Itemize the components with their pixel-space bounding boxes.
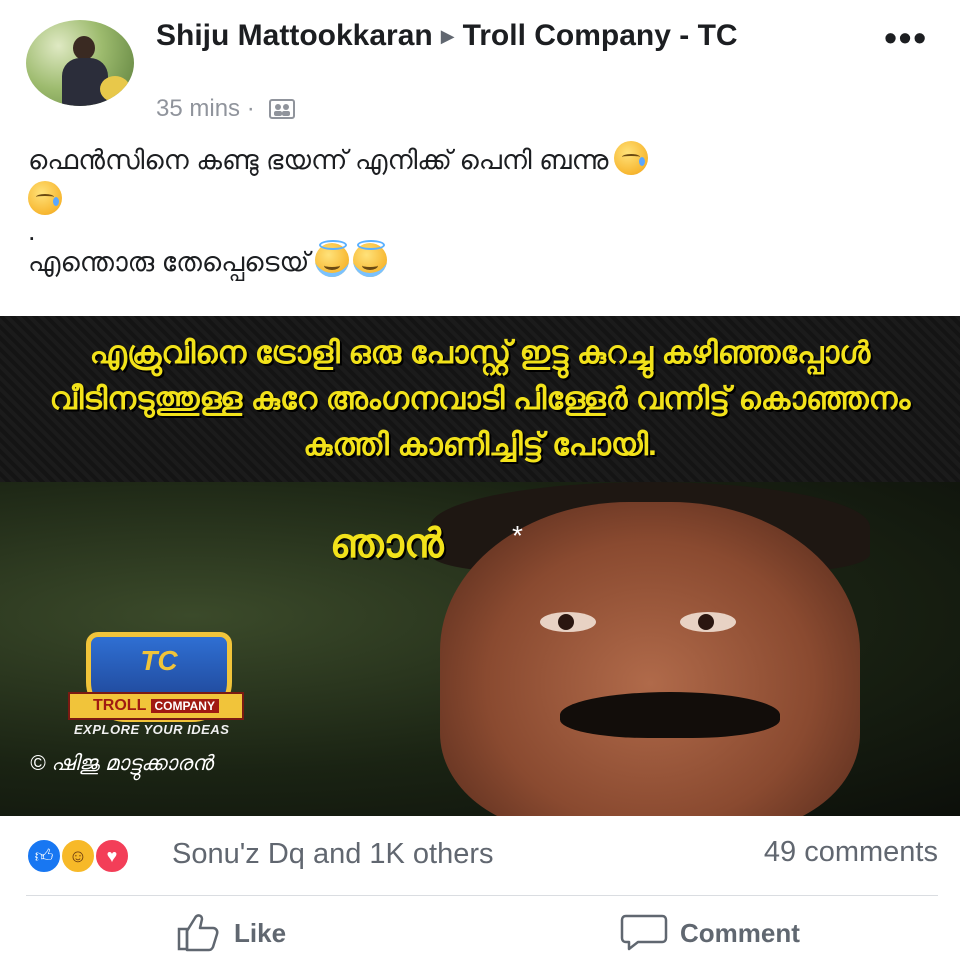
- meme-mustache: [560, 692, 780, 738]
- avatar-figure-head: [73, 36, 95, 60]
- like-reaction-icon[interactable]: 👍︎: [26, 838, 62, 874]
- meta-separator: ·: [246, 95, 255, 122]
- sparkle-icon: *: [512, 520, 523, 551]
- meme-left-eye: [540, 612, 596, 632]
- love-reaction-icon[interactable]: ♥︎: [94, 838, 130, 874]
- reactions-bar: 👍︎ ☺︎ ♥︎ Sonu'z Dq and 1K others 49 comm…: [0, 832, 960, 880]
- shared-to-arrow-icon: ▶: [440, 26, 455, 46]
- meme-scene: ഞാൻ * TC TROLL COMPANY EXPLORE YOUR IDEA…: [0, 482, 960, 816]
- logo-band: TROLL COMPANY: [68, 692, 244, 720]
- comment-button[interactable]: Comment: [620, 910, 800, 956]
- author-line: Shiju Mattookkaran ▶ Troll Company - TC: [156, 18, 816, 54]
- sleepy-face-emoji-icon: [28, 181, 62, 215]
- meme-caption-box: എക്രുവിനെ ട്രോളി ഒരു പോസ്റ്റ് ഇട്ടു കുറച…: [0, 316, 960, 484]
- actions-divider: [26, 895, 938, 896]
- post-text-line-3: .: [28, 216, 36, 246]
- smiling-face-with-halo-emoji-icon: [353, 240, 388, 277]
- group-name[interactable]: Troll Company - TC: [463, 19, 738, 52]
- post-header: Shiju Mattookkaran ▶ Troll Company - TC 35…: [0, 0, 960, 135]
- like-button-label: Like: [234, 918, 287, 948]
- meme-face: [440, 502, 860, 816]
- like-button[interactable]: Like: [176, 910, 286, 956]
- group-audience-icon: [269, 99, 296, 119]
- post-body: ഫെൻസിനെ കണ്ടു ഭയന്ന് എനിക്ക് പെനി ബന്നു …: [28, 140, 938, 282]
- logo-initials: TC: [140, 645, 178, 676]
- more-options-button[interactable]: •••: [884, 20, 928, 56]
- troll-company-logo: TC TROLL COMPANY EXPLORE YOUR IDEAS: [64, 632, 264, 737]
- meme-caption: എക്രുവിനെ ട്രോളി ഒരു പോസ്റ്റ് ഇട്ടു കുറച…: [49, 335, 911, 462]
- post-meta: 35 mins ·: [156, 95, 296, 123]
- comment-button-label: Comment: [680, 918, 800, 948]
- sleepy-face-emoji-icon: [614, 141, 649, 175]
- post-text-line-1: ഫെൻസിനെ കണ്ടു ഭയന്ന് എനിക്ക് പെനി ബന്നു: [28, 140, 938, 180]
- meme-credit: © ഷിജു മാട്ടുക്കാരൻ: [30, 752, 213, 775]
- meme-face-caption: ഞാൻ: [330, 522, 444, 566]
- avatar-figure-object: [100, 76, 130, 102]
- comments-count[interactable]: 49 comments: [764, 836, 938, 869]
- haha-reaction-icon[interactable]: ☺︎: [60, 838, 96, 874]
- comment-bubble-icon: [620, 914, 668, 951]
- author-avatar[interactable]: [26, 20, 134, 106]
- post-text-line-2: [28, 180, 938, 220]
- meme-image[interactable]: എക്രുവിനെ ട്രോളി ഒരു പോസ്റ്റ് ഇട്ടു കുറച…: [0, 316, 960, 816]
- smiling-face-with-halo-emoji-icon: [315, 240, 350, 277]
- logo-tagline: EXPLORE YOUR IDEAS: [74, 722, 230, 737]
- meme-right-eye: [680, 612, 736, 632]
- post-text-line-4: എന്തൊരു തേപ്പെടെയ്: [28, 240, 938, 282]
- reactors-summary[interactable]: Sonu'z Dq and 1K others: [172, 838, 494, 871]
- thumbs-up-icon: [177, 914, 219, 952]
- post-time[interactable]: 35 mins: [156, 95, 240, 122]
- author-name[interactable]: Shiju Mattookkaran: [156, 19, 433, 52]
